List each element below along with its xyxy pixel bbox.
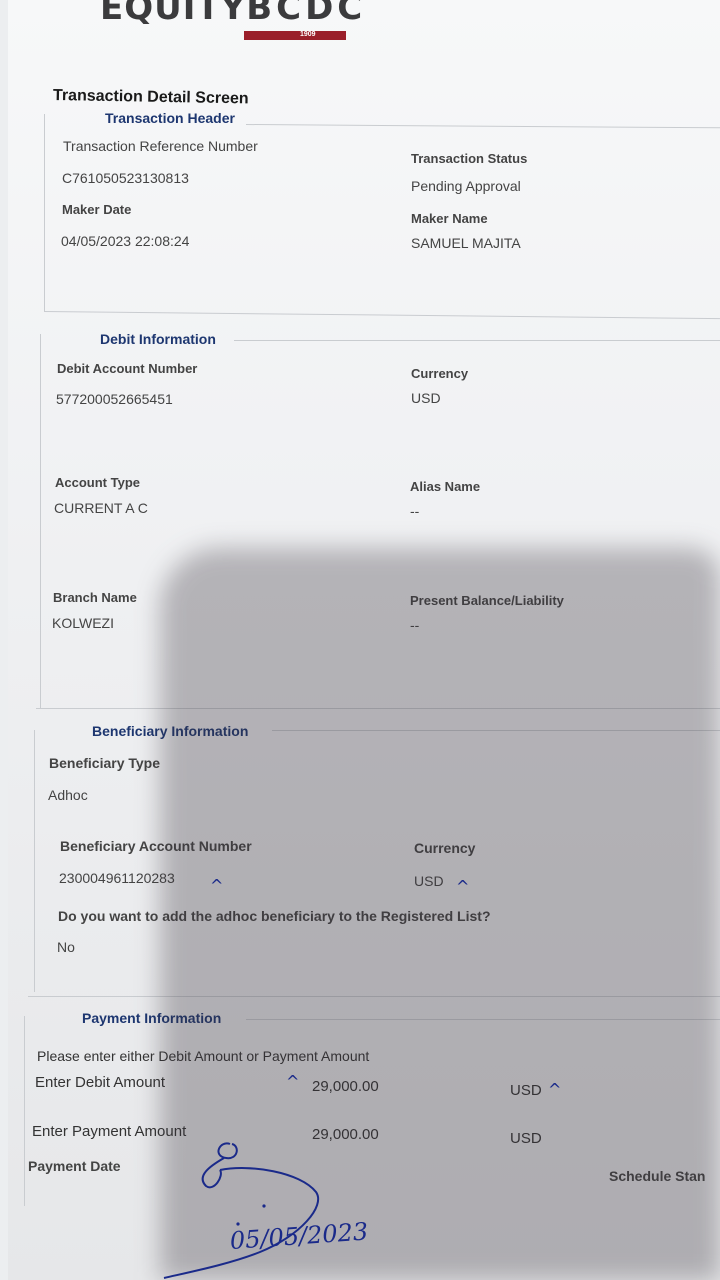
account-type-value: CURRENT A C [54,500,148,516]
beneficiary-type-label: Beneficiary Type [49,755,161,771]
alias-name-value: -- [410,503,420,519]
branch-name-value: KOLWEZI [52,615,114,631]
debit-account-value: 577200052665451 [56,391,173,407]
debit-currency-value: USD [411,390,441,406]
beneficiary-type-value: Adhoc [48,787,88,803]
beneficiary-account-value: 230004961120283 [59,870,175,886]
handwritten-check-icon: ^ [286,1072,300,1091]
payment-frame-left [24,1016,25,1206]
logo-bcdc-text: BCDC [246,0,367,28]
ref-number-label: Transaction Reference Number [63,138,258,154]
debit-frame-left [40,334,41,709]
handwritten-signature [163,1142,319,1279]
debit-info-title: Debit Information [100,331,216,347]
maker-date-label: Maker Date [62,202,132,217]
maker-name-value: SAMUEL MAJITA [411,235,521,251]
bank-logo: EQUITYBCDC [100,0,366,28]
logo-year: 1909 [300,31,316,38]
handwritten-check-icon: ^ [456,877,470,896]
payment-date-label: Payment Date [28,1158,121,1174]
branch-name-label: Branch Name [53,590,137,605]
header-frame-left [44,114,45,312]
handwritten-check-icon: ^ [210,876,224,895]
maker-date-value: 04/05/2023 22:08:24 [61,233,190,249]
logo-red-bar [244,31,346,40]
status-value: Pending Approval [411,178,521,194]
debit-frame-top [234,340,720,341]
status-label: Transaction Status [411,151,528,166]
debit-account-label: Debit Account Number [57,361,198,376]
ref-number-value: C761050523130813 [62,170,189,186]
maker-name-label: Maker Name [411,211,488,226]
handwritten-check-icon: ^ [548,1080,562,1099]
debit-amount-label: Enter Debit Amount [35,1074,166,1091]
transaction-header-title: Transaction Header [105,110,235,126]
beneficiary-frame-left [34,730,35,992]
account-type-label: Account Type [55,475,140,490]
add-beneficiary-answer: No [57,939,75,955]
debit-currency-label: Currency [411,366,469,381]
logo-equity-text: EQUITY [100,0,247,28]
alias-name-label: Alias Name [410,479,481,494]
page-title: Transaction Detail Screen [52,87,249,108]
